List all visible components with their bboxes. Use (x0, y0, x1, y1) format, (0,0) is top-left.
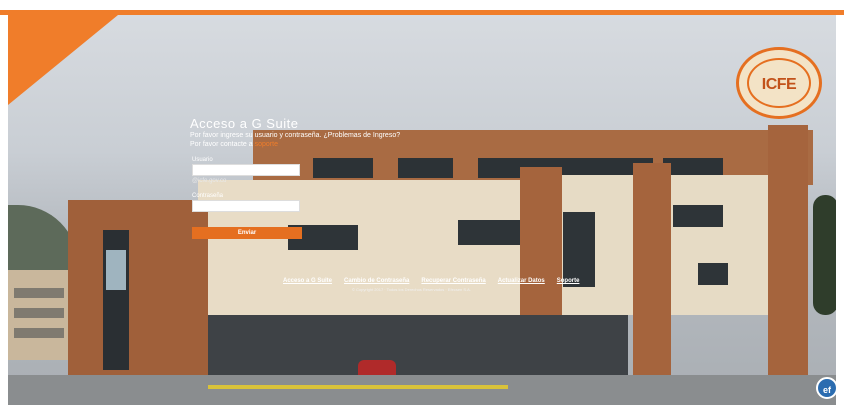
password-label: Contraseña (192, 193, 224, 199)
window (563, 212, 595, 287)
form-title: Acceso a G Suite (190, 116, 299, 131)
copyright: © Copyright 2017 · Todos los Derechos Re… (352, 287, 471, 292)
description-line-1: Por favor ingrese su usuario y contraseñ… (190, 132, 401, 139)
brick-column (768, 125, 808, 375)
ef-badge-button[interactable]: ef (816, 377, 838, 399)
window (458, 220, 520, 245)
left-brick-block (68, 200, 208, 400)
footer-link-gsuite[interactable]: Acceso a G Suite (283, 278, 332, 284)
domain-hint: @icfe.gov.co (192, 178, 227, 184)
footer-link-recover-password[interactable]: Recuperar Contraseña (421, 278, 485, 284)
description-line-2: Por favor contacte a soporte (190, 140, 400, 149)
brick-column (633, 163, 671, 393)
username-field[interactable] (192, 164, 300, 176)
support-link[interactable]: soporte (255, 141, 278, 148)
window (698, 263, 728, 285)
logo-text: ICFE (761, 76, 797, 93)
password-field[interactable] (192, 200, 300, 212)
tree (813, 195, 836, 315)
form-description: Por favor ingrese su usuario y contraseñ… (190, 131, 400, 149)
footer-nav: Acceso a G Suite Cambio de Contraseña Re… (283, 278, 579, 284)
submit-button[interactable]: Enviar (192, 227, 302, 239)
window (673, 205, 723, 227)
left-building (8, 270, 70, 360)
footer-link-update-data[interactable]: Actualizar Datos (498, 278, 545, 284)
curb-stripe (208, 385, 508, 389)
icfe-logo: ICFE (736, 47, 822, 119)
background-photo (8, 15, 836, 405)
username-label: Usuario (192, 157, 213, 163)
description-text: Por favor contacte a (190, 141, 253, 148)
corner-accent (8, 15, 118, 105)
footer-link-support[interactable]: Soporte (557, 278, 580, 284)
footer-link-change-password[interactable]: Cambio de Contraseña (344, 278, 409, 284)
ground (8, 375, 836, 405)
